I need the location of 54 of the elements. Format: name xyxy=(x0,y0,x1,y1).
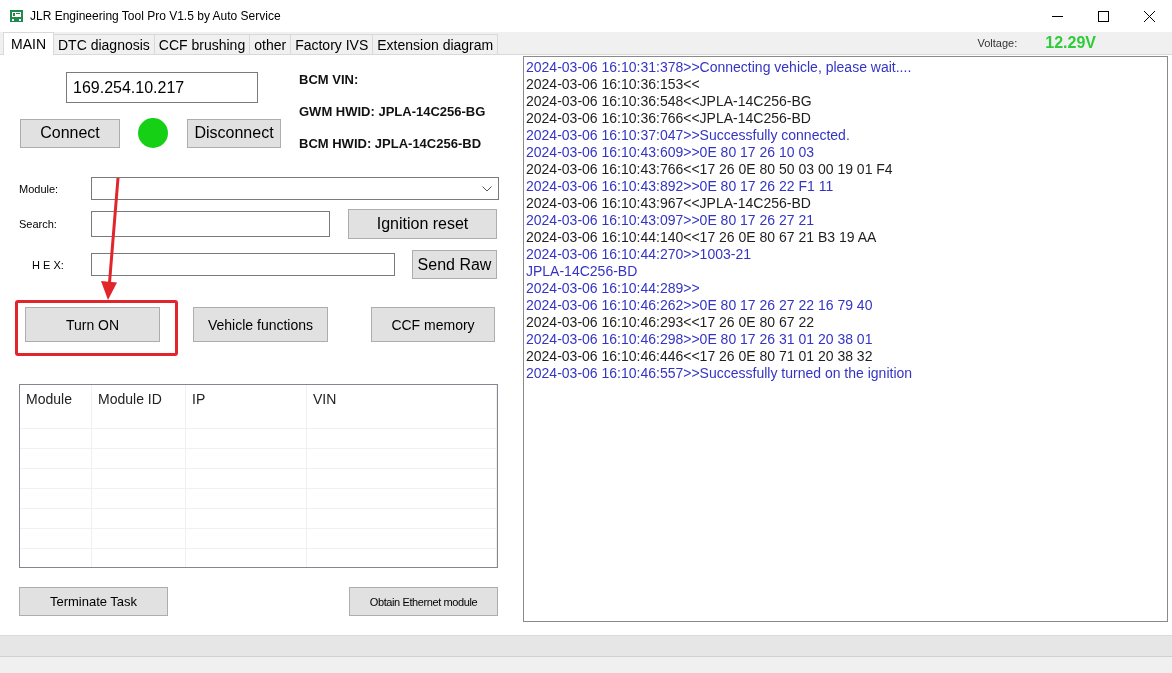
action-button[interactable]: Ignition reset xyxy=(348,209,497,239)
disconnect-button[interactable]: Disconnect xyxy=(187,118,281,148)
maximize-icon xyxy=(1097,10,1109,22)
log-line: 2024-03-06 16:10:43:766<<17 26 0E 80 50 03 00 19 01 F4 xyxy=(526,161,894,178)
vehicle-info-text: GWM HWID: JPLA-14C256-BG xyxy=(299,103,486,121)
ip-address-field[interactable]: 169.254.10.217 xyxy=(66,72,258,103)
app-icon xyxy=(10,10,23,22)
tab[interactable]: Extension diagram xyxy=(372,34,499,54)
input-field[interactable] xyxy=(91,211,330,237)
log-line: 2024-03-06 16:10:37:047>>Successfully connected. xyxy=(526,127,851,144)
voltage-label: Voltage: xyxy=(977,37,1018,49)
column-header: Module ID xyxy=(92,385,186,428)
log-line: 2024-03-06 16:10:31:378>>Connecting vehicle, please wait.... xyxy=(526,59,913,76)
log-line: 2024-03-06 16:10:46:298>>0E 80 17 26 31 01 20 38 01 xyxy=(526,331,874,348)
tab[interactable]: DTC diagnosis xyxy=(53,34,155,54)
field-label: Module: xyxy=(19,182,60,195)
log-line: 2024-03-06 16:10:43:609>>0E 80 17 26 10 03 xyxy=(526,144,816,161)
column-header: VIN xyxy=(307,385,497,428)
log-line: 2024-03-06 16:10:44:140<<17 26 0E 80 67 21 B3 19 AA xyxy=(526,229,878,246)
log-line: 2024-03-06 16:10:36:548<<JPLA-14C256-BG xyxy=(526,93,813,110)
log-line: 2024-03-06 16:10:43:892>>0E 80 17 26 22 F1 11 xyxy=(526,178,835,195)
connect-button[interactable]: Connect xyxy=(20,118,120,148)
tab[interactable]: Factory IVS xyxy=(290,34,374,54)
log-line: 2024-03-06 16:10:46:293<<17 26 0E 80 67 22 xyxy=(526,314,816,331)
vehicle-info-text: BCM VIN: xyxy=(299,71,360,89)
module-dropdown[interactable] xyxy=(91,177,499,200)
vehicle-info-text: BCM HWID: JPLA-14C256-BD xyxy=(299,135,483,153)
log-line: 2024-03-06 16:10:46:446<<17 26 0E 80 71 01 20 38 32 xyxy=(526,348,874,365)
footer-button[interactable]: Obtain Ethernet module xyxy=(349,587,498,616)
field-label: H E X: xyxy=(31,258,65,271)
voltage-value: 12.29V xyxy=(1045,34,1096,52)
column-header: Module xyxy=(20,385,92,428)
log-line: 2024-03-06 16:10:46:557>>Successfully turned on the ignition xyxy=(526,365,914,382)
chevron-down-icon xyxy=(482,185,492,192)
action-button[interactable]: Send Raw xyxy=(412,250,497,279)
action-button[interactable]: Turn ON xyxy=(25,307,160,342)
log-line: 2024-03-06 16:10:43:967<<JPLA-14C256-BD xyxy=(526,195,812,212)
window-title: JLR Engineering Tool Pro V1.5 by Auto Service xyxy=(30,9,282,23)
log-line: 2024-03-06 16:10:43:097>>0E 80 17 26 27 21 xyxy=(526,212,816,229)
log-line: 2024-03-06 16:10:36:766<<JPLA-14C256-BD xyxy=(526,110,812,127)
log-line: 2024-03-06 16:10:44:289>> xyxy=(526,280,701,297)
action-button[interactable]: Vehicle functions xyxy=(193,307,328,342)
log-line: JPLA-14C256-BD xyxy=(526,263,639,280)
tab[interactable]: MAIN xyxy=(3,32,54,55)
column-header: IP xyxy=(186,385,307,428)
tab[interactable]: CCF brushing xyxy=(153,34,251,54)
field-label: Search: xyxy=(19,218,58,230)
footer-button[interactable]: Terminate Task xyxy=(19,587,168,616)
log-line: 2024-03-06 16:10:46:262>>0E 80 17 26 27 22 16 79 40 xyxy=(526,297,874,314)
log-line: 2024-03-06 16:10:36:153<< xyxy=(526,76,701,93)
log-line: 2024-03-06 16:10:44:270>>1003-21 xyxy=(526,246,752,263)
action-button[interactable]: CCF memory xyxy=(371,307,495,342)
input-field[interactable] xyxy=(91,253,395,276)
close-icon xyxy=(1143,10,1155,22)
